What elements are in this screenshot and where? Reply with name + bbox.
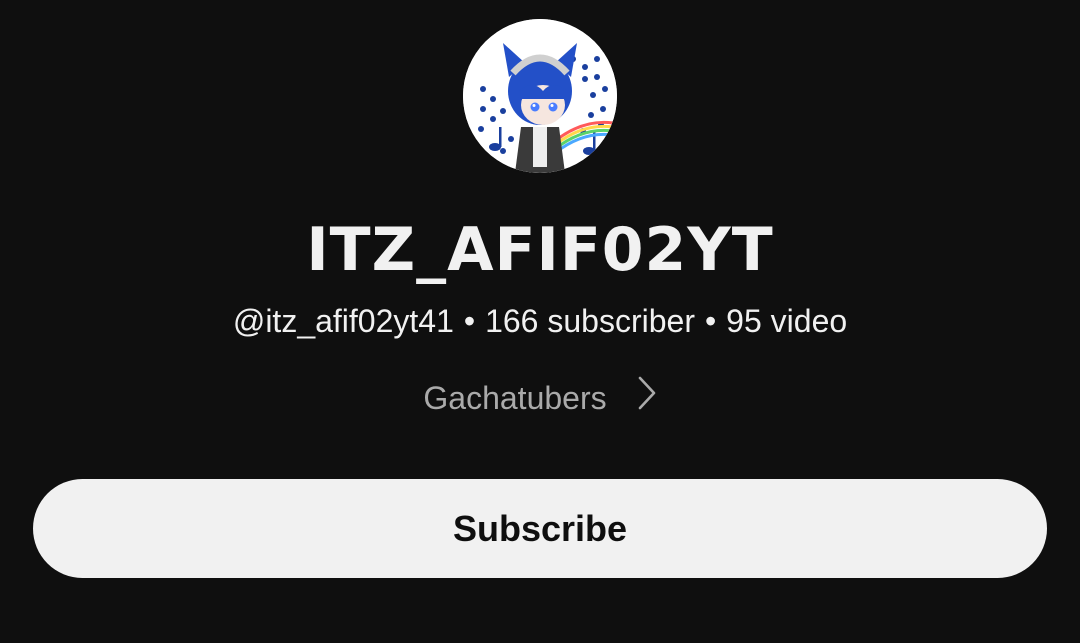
avatar-image xyxy=(463,19,617,173)
video-count: 95 video xyxy=(726,303,848,339)
channel-handle: @itz_afif02yt41 xyxy=(232,303,454,339)
category-link[interactable]: Gachatubers xyxy=(0,376,1080,423)
subscribe-button[interactable]: Subscribe xyxy=(33,479,1047,578)
channel-name: ITZ_AFIF02YT xyxy=(306,215,774,285)
chevron-right-icon xyxy=(637,376,657,420)
channel-meta: @itz_afif02yt41 • 166 subscriber • 95 video xyxy=(0,300,1080,342)
subscriber-count: 166 subscriber xyxy=(485,303,695,339)
channel-avatar[interactable] xyxy=(463,19,617,173)
meta-separator: • xyxy=(463,303,476,339)
category-label: Gachatubers xyxy=(423,380,607,416)
meta-separator: • xyxy=(704,303,717,339)
